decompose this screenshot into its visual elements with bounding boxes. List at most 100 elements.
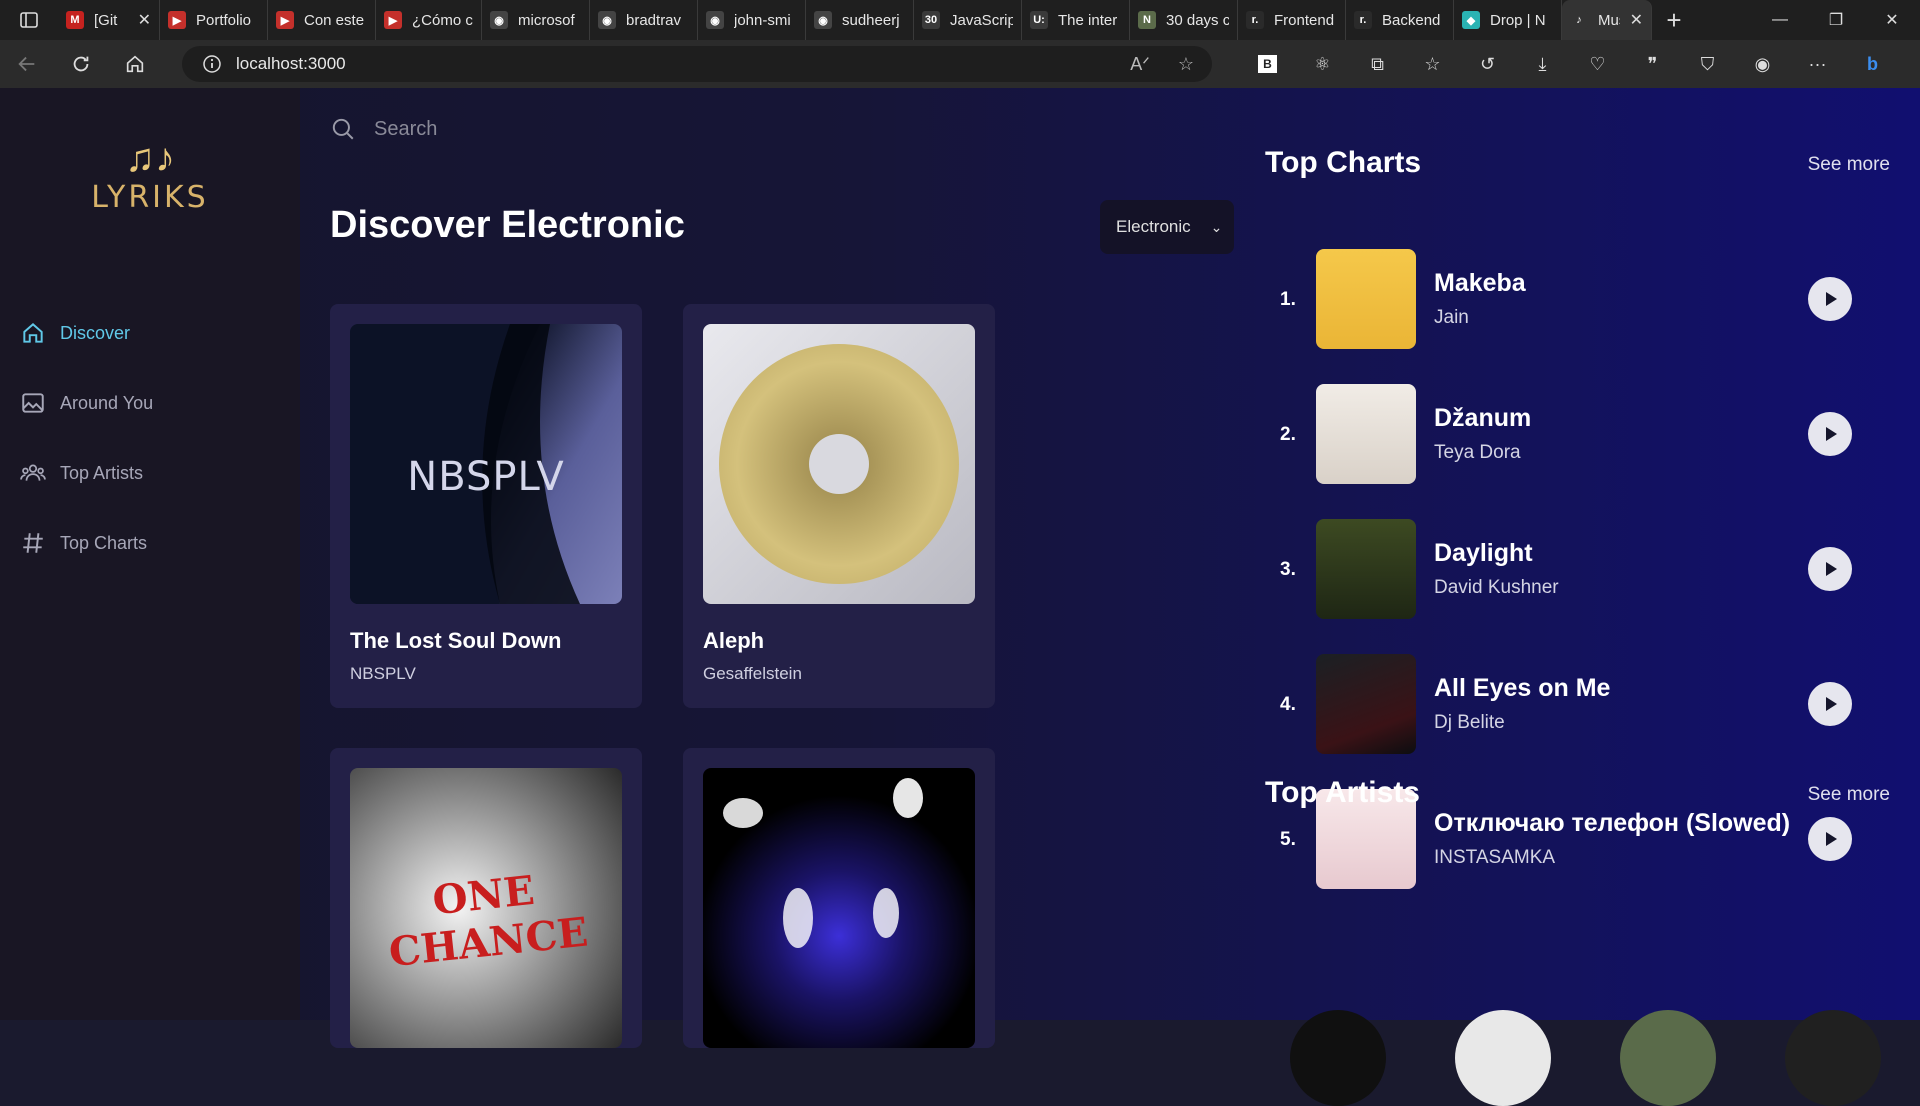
chart-song-title[interactable]: Makeba (1434, 269, 1526, 298)
artist-avatar[interactable] (1620, 1010, 1716, 1106)
browser-tab[interactable]: ◆ Drop | N (1454, 0, 1562, 40)
song-artist[interactable]: Gesaffelstein (703, 664, 802, 684)
chart-song-title[interactable]: Daylight (1434, 539, 1533, 568)
song-cover-image[interactable] (1316, 249, 1416, 349)
home-button[interactable] (108, 40, 162, 88)
song-title[interactable]: Aleph (703, 628, 764, 654)
album-art[interactable]: ONE CHANCE (350, 768, 622, 1048)
tab-title: The inter (1058, 11, 1118, 29)
favorite-star-icon[interactable]: ☆ (1178, 54, 1194, 75)
top-artists-see-more-link[interactable]: See more (1808, 784, 1890, 806)
browser-tab[interactable]: r. Frontend (1238, 0, 1346, 40)
chart-row[interactable]: 2. Džanum Teya Dora (1280, 384, 1880, 484)
close-tab-icon[interactable]: ✕ (1630, 10, 1643, 30)
browser-tab[interactable]: ♪ Mus ✕ (1562, 0, 1652, 40)
song-card[interactable]: ONE CHANCE (330, 748, 642, 1048)
song-cover-image[interactable] (1316, 654, 1416, 754)
sidebar-item-top-artists[interactable]: Top Artists (20, 438, 153, 508)
album-art[interactable] (703, 324, 975, 604)
browser-toolbar: localhost:3000 A͏ᐟ ☆ B ⚛ ⧉ ☆ ↺ ⤓ ♡ ❞ ⛉ ◉… (0, 40, 1920, 88)
address-bar[interactable]: localhost:3000 A͏ᐟ ☆ (182, 46, 1212, 82)
logo[interactable]: ♫♪ LYRIKS (88, 136, 212, 215)
browser-tab[interactable]: 30 JavaScrip (914, 0, 1022, 40)
chart-row[interactable]: 3. Daylight David Kushner (1280, 519, 1880, 619)
chart-artist-name[interactable]: Jain (1434, 307, 1469, 329)
chart-song-title[interactable]: Отключаю телефон (Slowed) (1434, 809, 1790, 838)
artist-avatar[interactable] (1785, 1010, 1881, 1106)
security-shield-icon[interactable]: ⛉ (1680, 40, 1735, 88)
sidebar-item-discover[interactable]: Discover (20, 298, 153, 368)
song-title[interactable]: The Lost Soul Down (350, 628, 561, 654)
minimize-button[interactable]: — (1752, 0, 1808, 40)
chart-artist-name[interactable]: Dj Belite (1434, 712, 1505, 734)
song-cover-image[interactable] (1316, 519, 1416, 619)
search-input[interactable] (374, 117, 874, 141)
browser-tab[interactable]: ◉ john-smi (698, 0, 806, 40)
play-button[interactable] (1808, 547, 1852, 591)
browser-tab[interactable]: r. Backend (1346, 0, 1454, 40)
chart-rank: 4. (1280, 694, 1296, 715)
reload-button[interactable] (54, 40, 108, 88)
close-tab-icon[interactable]: ✕ (138, 10, 151, 30)
song-card[interactable]: NBSPLV The Lost Soul Down NBSPLV (330, 304, 642, 708)
browser-tab[interactable]: ◉ sudheerj (806, 0, 914, 40)
sidebar-item-around-you[interactable]: Around You (20, 368, 153, 438)
genre-select[interactable]: Electronic ⌄ (1100, 200, 1234, 254)
url-text[interactable]: localhost:3000 (236, 54, 346, 74)
browser-tab[interactable]: N 30 days c (1130, 0, 1238, 40)
browser-tab[interactable]: M [Git ✕ (58, 0, 160, 40)
album-art[interactable]: NBSPLV (350, 324, 622, 604)
browser-tab[interactable]: ◉ bradtrav (590, 0, 698, 40)
react-devtools-icon[interactable]: ⚛ (1295, 40, 1350, 88)
sidebar-item-top-charts[interactable]: Top Charts (20, 508, 153, 578)
song-cover-image[interactable] (1316, 384, 1416, 484)
tab-title: microsof (518, 11, 575, 29)
chart-artist-name[interactable]: INSTASAMKA (1434, 847, 1555, 869)
close-window-button[interactable]: ✕ (1864, 0, 1920, 40)
browser-tab[interactable]: U: The inter (1022, 0, 1130, 40)
play-button[interactable] (1808, 817, 1852, 861)
read-aloud-icon[interactable]: A͏ᐟ (1130, 54, 1150, 75)
browser-tab[interactable]: ▶ Con este (268, 0, 376, 40)
profile-avatar-icon[interactable]: ◉ (1735, 40, 1790, 88)
right-panel: Top Charts See more 1. Makeba Jain 2. Džanum… (1240, 88, 1920, 1106)
restore-button[interactable]: ❐ (1808, 0, 1864, 40)
performance-icon[interactable]: ♡ (1570, 40, 1625, 88)
browser-tab[interactable]: ▶ ¿Cómo c (376, 0, 482, 40)
play-icon (1826, 427, 1837, 441)
chart-artist-name[interactable]: Teya Dora (1434, 442, 1521, 464)
song-card[interactable] (683, 748, 995, 1048)
chart-row[interactable]: 4. All Eyes on Me Dj Belite (1280, 654, 1880, 754)
quote-icon[interactable]: ❞ (1625, 40, 1680, 88)
info-icon[interactable] (202, 54, 222, 74)
play-button[interactable] (1808, 682, 1852, 726)
song-artist[interactable]: NBSPLV (350, 664, 416, 684)
artist-avatar[interactable] (1455, 1010, 1551, 1106)
play-button[interactable] (1808, 412, 1852, 456)
tab-title: bradtrav (626, 11, 682, 29)
chart-artist-name[interactable]: David Kushner (1434, 577, 1559, 599)
back-button[interactable] (0, 40, 54, 88)
artist-avatar[interactable] (1290, 1010, 1386, 1106)
more-menu-icon[interactable]: ··· (1790, 40, 1845, 88)
extension-b-icon[interactable]: B (1240, 40, 1295, 88)
history-icon[interactable]: ↺ (1460, 40, 1515, 88)
play-button[interactable] (1808, 277, 1852, 321)
album-art[interactable] (703, 768, 975, 1048)
chart-song-title[interactable]: All Eyes on Me (1434, 674, 1610, 703)
downloads-icon[interactable]: ⤓ (1515, 40, 1570, 88)
top-charts-see-more-link[interactable]: See more (1808, 154, 1890, 176)
song-card[interactable]: Aleph Gesaffelstein (683, 304, 995, 708)
tab-title: Frontend (1274, 11, 1335, 29)
browser-tab[interactable]: ◉ microsof (482, 0, 590, 40)
new-tab-button[interactable]: + (1652, 0, 1696, 40)
chart-row[interactable]: 1. Makeba Jain (1280, 249, 1880, 349)
play-icon (1826, 292, 1837, 306)
bing-icon[interactable]: b (1845, 40, 1900, 88)
chart-song-title[interactable]: Džanum (1434, 404, 1531, 433)
extensions-icon[interactable]: ⧉ (1350, 40, 1405, 88)
favorites-icon[interactable]: ☆ (1405, 40, 1460, 88)
music-notes-icon: ♫♪ (125, 136, 175, 180)
browser-tab[interactable]: ▶ Portfolio (160, 0, 268, 40)
tab-actions-icon[interactable] (0, 0, 58, 40)
